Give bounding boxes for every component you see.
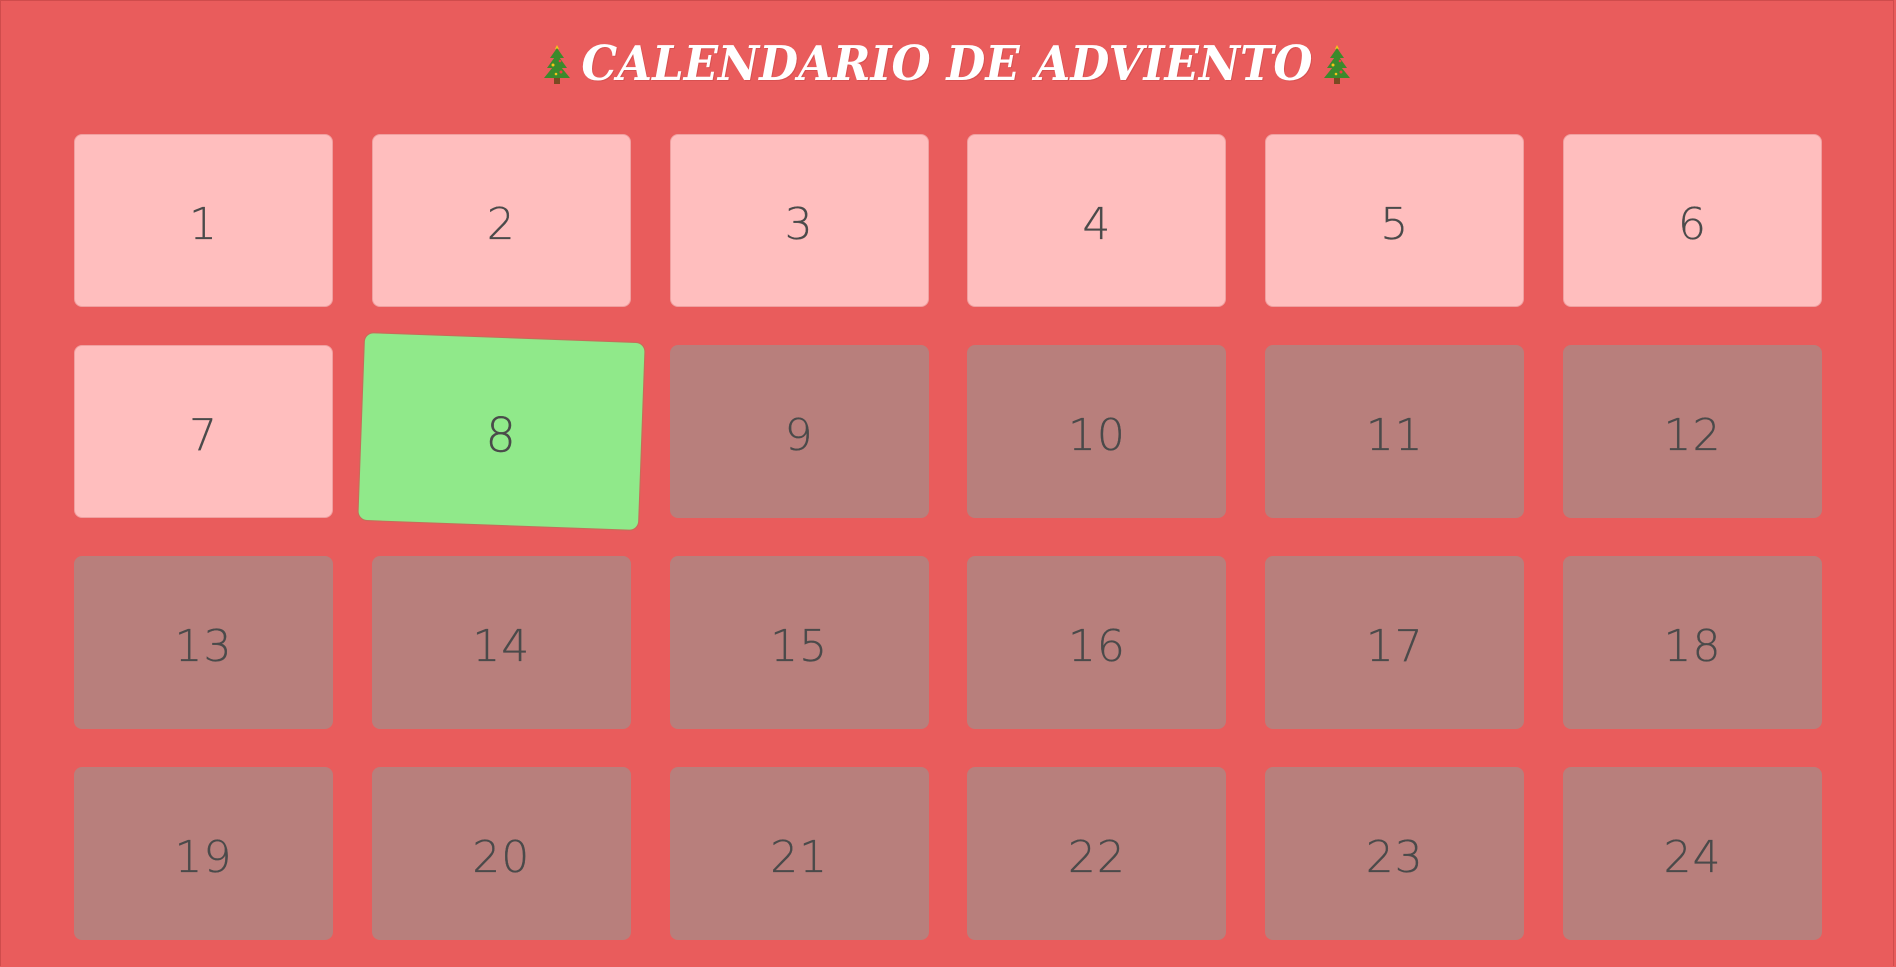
door-day-3[interactable]: 3 [669,134,929,307]
door-number: 6 [1677,199,1707,250]
door-number: 4 [1082,199,1112,250]
door-day-5[interactable]: 5 [1265,134,1525,307]
door-day-1[interactable]: 1 [74,134,333,307]
door-number: 12 [1663,410,1722,461]
door-number: 19 [174,832,233,883]
door-number: 11 [1365,410,1424,461]
door-number: 2 [486,199,516,250]
door-day-13[interactable]: 13 [74,556,333,729]
door-number: 16 [1067,621,1126,672]
door-number: 7 [189,410,218,461]
header: CALENDARIO DE ADVIENTO [1,33,1893,93]
door-day-21[interactable]: 21 [669,767,929,940]
door-day-22[interactable]: 22 [967,767,1227,940]
door-day-12[interactable]: 12 [1562,345,1822,518]
door-day-15[interactable]: 15 [669,556,929,729]
advent-calendar-page: CALENDARIO DE ADVIENTO 1 2 3 4 5 6 7 8 9 10 11 12 13… [0,0,1894,966]
door-day-9[interactable]: 9 [669,345,929,518]
door-day-17[interactable]: 17 [1265,556,1525,729]
door-day-10[interactable]: 10 [967,345,1227,518]
door-day-24[interactable]: 24 [1562,767,1822,940]
door-number: 24 [1663,832,1722,883]
door-day-11[interactable]: 11 [1265,345,1525,518]
door-number: 3 [784,199,814,250]
door-day-4[interactable]: 4 [967,134,1227,307]
door-day-7[interactable]: 7 [74,345,333,518]
door-number: 23 [1365,832,1424,883]
door-day-14[interactable]: 14 [371,556,631,729]
door-day-2[interactable]: 2 [371,134,631,307]
door-number: 14 [472,621,531,672]
door-number: 20 [472,832,531,883]
door-day-19[interactable]: 19 [74,767,333,940]
door-number: 21 [770,832,829,883]
door-number: 18 [1663,621,1722,672]
door-number: 13 [174,621,233,672]
christmas-tree-icon [1323,45,1350,84]
door-day-8[interactable]: 8 [358,333,645,530]
door-number: 5 [1380,199,1410,250]
door-number: 8 [484,407,518,465]
door-grid: 1 2 3 4 5 6 7 8 9 10 11 12 13 14 15 16 17 18 19 20 21 22 23 24 [74,134,1822,940]
door-day-20[interactable]: 20 [371,767,631,940]
door-number: 10 [1067,410,1126,461]
door-number: 15 [770,621,829,672]
door-day-6[interactable]: 6 [1562,134,1822,307]
door-day-18[interactable]: 18 [1562,556,1822,729]
door-number: 1 [189,199,218,250]
page-title: CALENDARIO DE ADVIENTO [581,35,1313,91]
door-day-16[interactable]: 16 [967,556,1227,729]
door-number: 9 [784,410,814,461]
christmas-tree-icon [544,45,571,84]
door-day-23[interactable]: 23 [1265,767,1525,940]
door-number: 22 [1067,832,1126,883]
door-number: 17 [1365,621,1424,672]
